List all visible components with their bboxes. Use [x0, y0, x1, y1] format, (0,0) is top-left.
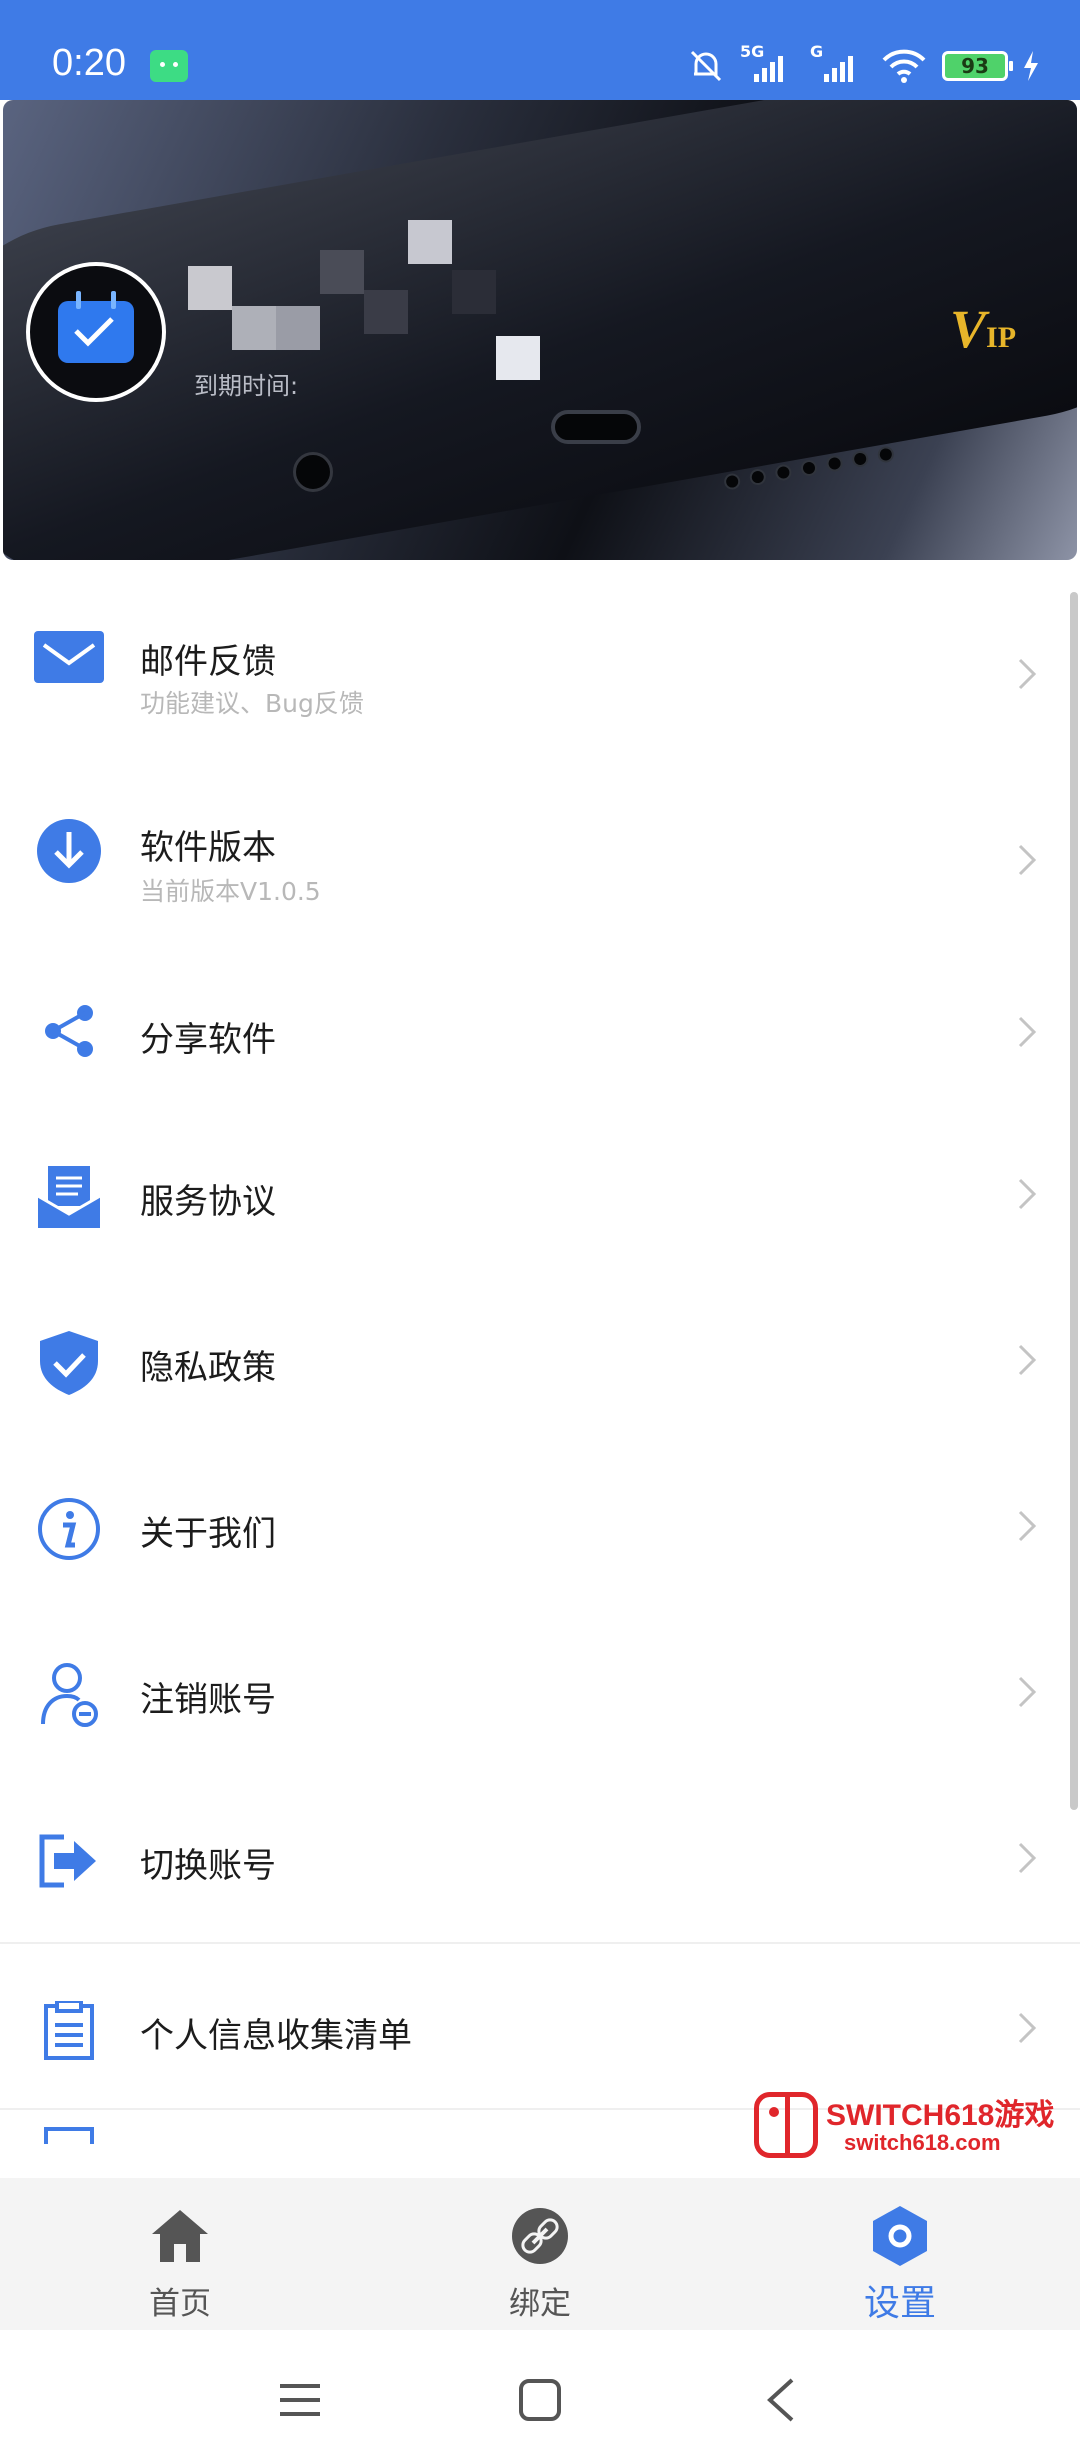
- vip-v: V: [950, 299, 987, 359]
- checklist-icon: [34, 1996, 104, 2066]
- menu-item-software-version[interactable]: 软件版本 当前版本V1.0.5: [0, 754, 1080, 948]
- menu-item-switch-account[interactable]: 切换账号: [0, 1778, 1080, 1944]
- partial-icon: [34, 2124, 104, 2144]
- user-remove-icon: [34, 1660, 104, 1730]
- chevron-right-icon: [1018, 1510, 1037, 1542]
- settings-menu: 邮件反馈 功能建议、Bug反馈 软件版本 当前版本V1.0.5 分享软件 服务协…: [0, 560, 1080, 2170]
- signal-g-icon: G: [810, 42, 866, 86]
- menu-item-privacy-policy[interactable]: 隐私政策: [0, 1280, 1080, 1446]
- chevron-right-icon: [1018, 844, 1037, 876]
- chevron-right-icon: [1018, 2012, 1037, 2044]
- menu-item-mail-feedback[interactable]: 邮件反馈 功能建议、Bug反馈: [0, 560, 1080, 754]
- square-icon: [519, 2379, 561, 2421]
- chevron-right-icon: [1018, 1344, 1037, 1376]
- menu-item-title: 服务协议: [140, 1182, 276, 1222]
- vip-ip: IP: [986, 321, 1017, 354]
- recents-button[interactable]: [270, 2370, 330, 2430]
- menu-item-about-us[interactable]: 关于我们: [0, 1446, 1080, 1612]
- tab-home[interactable]: 首页: [80, 2178, 280, 2330]
- menu-item-title: 分享软件: [140, 1020, 276, 1060]
- menu-item-share-software[interactable]: 分享软件: [0, 948, 1080, 1114]
- share-icon: [34, 996, 104, 1066]
- menu-item-subtitle: 当前版本V1.0.5: [140, 877, 321, 906]
- tab-label: 绑定: [509, 2286, 571, 2322]
- avatar[interactable]: [26, 262, 166, 402]
- menu-item-title: 切换账号: [140, 1846, 276, 1886]
- menu-item-title: 邮件反馈: [140, 642, 276, 682]
- mute-bell-icon: [690, 50, 722, 82]
- android-icon: [150, 50, 188, 82]
- mail-icon: [34, 622, 104, 692]
- status-bar: 0:20 5G G 93: [0, 0, 1080, 100]
- menu-item-personal-info-list[interactable]: 个人信息收集清单: [0, 1944, 1080, 2110]
- menu-item-title: 软件版本: [140, 828, 276, 868]
- watermark: SWITCH618游戏 switch618.com: [754, 2090, 1064, 2166]
- menu-item-subtitle: 功能建议、Bug反馈: [140, 689, 364, 718]
- tab-label: 首页: [149, 2286, 211, 2322]
- agreement-icon: [34, 1162, 104, 1232]
- home-button[interactable]: [510, 2370, 570, 2430]
- header-phone-port: [551, 410, 641, 444]
- menu-lines-icon: [280, 2384, 320, 2416]
- chevron-right-icon: [1018, 1178, 1037, 1210]
- menu-item-title: 关于我们: [140, 1514, 276, 1554]
- link-icon: [508, 2204, 572, 2268]
- expire-label: 到期时间:: [194, 372, 299, 400]
- back-chevron-icon: [767, 2378, 794, 2422]
- battery-indicator: 93: [942, 51, 1013, 81]
- info-icon: [34, 1494, 104, 1564]
- username-redacted: [188, 220, 540, 380]
- tab-settings[interactable]: 设置: [800, 2178, 1000, 2330]
- back-button[interactable]: [750, 2370, 810, 2430]
- watermark-title: SWITCH618游戏: [826, 2099, 1055, 2132]
- chevron-right-icon: [1018, 1842, 1037, 1874]
- settings-icon: [868, 2204, 932, 2268]
- chevron-right-icon: [1018, 658, 1037, 690]
- menu-item-title: 隐私政策: [140, 1348, 276, 1388]
- status-time: 0:20: [52, 42, 126, 84]
- menu-item-cancel-account[interactable]: 注销账号: [0, 1612, 1080, 1778]
- watermark-url: switch618.com: [844, 2130, 1001, 2155]
- menu-item-title: 个人信息收集清单: [140, 2016, 412, 2056]
- home-icon: [148, 2204, 212, 2268]
- tab-label: 设置: [863, 2283, 936, 2324]
- tab-bind[interactable]: 绑定: [440, 2178, 640, 2330]
- charging-icon: [1024, 51, 1038, 81]
- shield-check-icon: [34, 1328, 104, 1398]
- menu-item-title: 注销账号: [140, 1680, 276, 1720]
- bottom-tab-bar: 首页 绑定 设置: [0, 2178, 1080, 2330]
- menu-item-service-agreement[interactable]: 服务协议: [0, 1114, 1080, 1280]
- chevron-right-icon: [1018, 1676, 1037, 1708]
- switch-account-icon: [34, 1826, 104, 1896]
- header-phone-jack: [293, 452, 333, 492]
- calendar-check-icon: [58, 291, 134, 363]
- vip-badge: VIP: [950, 298, 1016, 360]
- scrollbar[interactable]: [1070, 592, 1078, 1810]
- download-icon: [34, 816, 104, 886]
- system-nav-bar: [0, 2330, 1080, 2460]
- switch-logo-icon: [754, 2092, 818, 2158]
- signal-5g-icon: 5G: [740, 42, 796, 86]
- wifi-icon: [882, 49, 926, 83]
- chevron-right-icon: [1018, 1016, 1037, 1048]
